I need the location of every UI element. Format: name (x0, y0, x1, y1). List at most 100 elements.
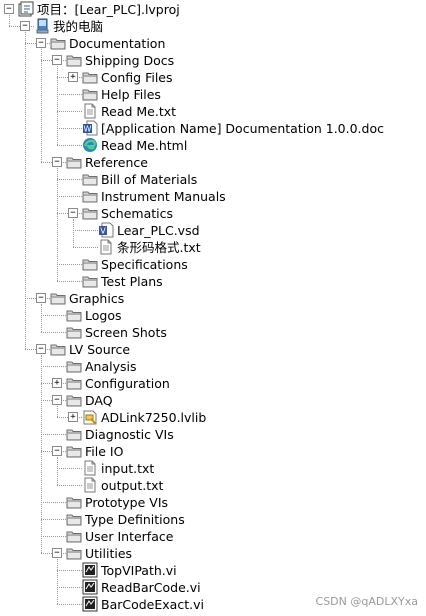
collapse-toggle-icon[interactable]: − (36, 293, 46, 303)
collapse-toggle-icon[interactable]: − (36, 344, 46, 354)
tree-item-help-files[interactable]: Help Files (0, 86, 426, 103)
collapse-toggle-icon[interactable]: − (68, 208, 78, 218)
tree-item-prototype-vis[interactable]: Prototype VIs (0, 494, 426, 511)
tree-item-label: Schematics (101, 206, 174, 221)
tree-item-label: Read Me.html (101, 138, 188, 153)
vi-icon (82, 579, 98, 595)
folder-icon (82, 188, 98, 204)
folder-icon (66, 392, 82, 408)
tree-item-daq[interactable]: − DAQ (0, 392, 426, 409)
folder-icon (50, 35, 66, 51)
tree-item-analysis[interactable]: Analysis (0, 358, 426, 375)
folder-icon (66, 511, 82, 527)
tree-item-label: LV Source (69, 342, 131, 357)
tree-item-label: 项目：[Lear_PLC].lvproj (37, 2, 180, 17)
tree-item-adlink7250-lvlib[interactable]: + ADLink7250.lvlib (0, 409, 426, 426)
tree-item-label: Type Definitions (85, 512, 185, 527)
tree-item-label: input.txt (101, 461, 155, 476)
tree-item-type-definitions[interactable]: Type Definitions (0, 511, 426, 528)
collapse-toggle-icon[interactable]: − (4, 4, 14, 14)
word-doc-icon: W (82, 120, 98, 136)
text-file-icon (82, 477, 98, 493)
tree-item-label: Prototype VIs (85, 495, 169, 510)
folder-icon (66, 52, 82, 68)
collapse-toggle-icon[interactable]: − (52, 548, 62, 558)
tree-item-file-io[interactable]: − File IO (0, 443, 426, 460)
folder-icon (50, 341, 66, 357)
tree-item-instrument-manuals[interactable]: Instrument Manuals (0, 188, 426, 205)
tree-item-label: Graphics (69, 291, 125, 306)
tree-item-label: BarCodeExact.vi (101, 597, 204, 612)
tree-item-txt[interactable]: 条形码格式.txt (0, 239, 426, 256)
tree-item-label: 我的电脑 (53, 19, 104, 34)
collapse-toggle-icon[interactable]: − (36, 38, 46, 48)
tree-item-readbarcode-vi[interactable]: ReadBarCode.vi (0, 579, 426, 596)
tree-item-bill-of-materials[interactable]: Bill of Materials (0, 171, 426, 188)
tree-item-label: Documentation (69, 36, 166, 51)
folder-icon (50, 290, 66, 306)
tree-item-diagnostic-vis[interactable]: Diagnostic VIs (0, 426, 426, 443)
folder-icon (66, 545, 82, 561)
tree-item-label: Configuration (85, 376, 170, 391)
tree-item-application-name-documentation-1-0-0-doc[interactable]: W [Application Name] Documentation 1.0.0.… (0, 120, 426, 137)
tree-item-topvipath-vi[interactable]: TopVIPath.vi (0, 562, 426, 579)
collapse-toggle-icon[interactable]: − (52, 395, 62, 405)
expand-toggle-icon[interactable]: + (68, 72, 78, 82)
folder-icon (82, 171, 98, 187)
collapse-toggle-icon[interactable]: − (52, 55, 62, 65)
tree-item-shipping-docs[interactable]: − Shipping Docs (0, 52, 426, 69)
tree-item-user-interface[interactable]: User Interface (0, 528, 426, 545)
tree-item-label: Lear_PLC.vsd (117, 223, 200, 238)
tree-item-label: Help Files (101, 87, 161, 102)
tree-item-configuration[interactable]: + Configuration (0, 375, 426, 392)
tree-item-logos[interactable]: Logos (0, 307, 426, 324)
computer-icon (34, 18, 50, 34)
tree-item-label: Diagnostic VIs (85, 427, 174, 442)
tree-item-label: Bill of Materials (101, 172, 198, 187)
tree-item-output-txt[interactable]: output.txt (0, 477, 426, 494)
tree-item-label: DAQ (85, 393, 113, 408)
tree-item-label: TopVIPath.vi (101, 563, 177, 578)
text-file-icon (98, 239, 114, 255)
tree-item-label: output.txt (101, 478, 164, 493)
folder-icon (66, 154, 82, 170)
expand-toggle-icon[interactable]: + (68, 412, 78, 422)
tree-item-lear-plc-vsd[interactable]: V Lear_PLC.vsd (0, 222, 426, 239)
tree-item-read-me-html[interactable]: Read Me.html (0, 137, 426, 154)
tree-item-documentation[interactable]: − Documentation (0, 35, 426, 52)
collapse-toggle-icon[interactable]: − (52, 157, 62, 167)
tree-item-input-txt[interactable]: input.txt (0, 460, 426, 477)
tree-item-lv-source[interactable]: − LV Source (0, 341, 426, 358)
tree-item-label: ADLink7250.lvlib (101, 410, 207, 425)
tree-item-utilities[interactable]: − Utilities (0, 545, 426, 562)
watermark: CSDN @qADLXYxa (315, 595, 418, 608)
vi-icon (82, 562, 98, 578)
tree-item-screen-shots[interactable]: Screen Shots (0, 324, 426, 341)
tree-item-test-plans[interactable]: Test Plans (0, 273, 426, 290)
tree-item-read-me-txt[interactable]: Read Me.txt (0, 103, 426, 120)
folder-icon (66, 426, 82, 442)
tree-item-lear-plc-lvproj[interactable]: − 项目：[Lear_PLC].lvproj (0, 1, 426, 18)
folder-icon (82, 69, 98, 85)
folder-icon (82, 273, 98, 289)
collapse-toggle-icon[interactable]: − (52, 446, 62, 456)
tree-item-specifications[interactable]: Specifications (0, 256, 426, 273)
tree-item-schematics[interactable]: − Schematics (0, 205, 426, 222)
folder-icon (66, 307, 82, 323)
tree-item-label: ReadBarCode.vi (101, 580, 201, 595)
tree-item-reference[interactable]: − Reference (0, 154, 426, 171)
project-tree[interactable]: − 项目：[Lear_PLC].lvproj − 我的电脑 − Documentation… (0, 0, 426, 616)
folder-icon (82, 256, 98, 272)
tree-item-label: Logos (85, 308, 122, 323)
tree-item-label: 条形码格式.txt (117, 240, 201, 255)
expand-toggle-icon[interactable]: + (52, 378, 62, 388)
svg-text:V: V (100, 227, 106, 236)
folder-icon (82, 86, 98, 102)
collapse-toggle-icon[interactable]: − (20, 21, 30, 31)
folder-icon (66, 528, 82, 544)
tree-item-label: Specifications (101, 257, 188, 272)
tree-item-graphics[interactable]: − Graphics (0, 290, 426, 307)
tree-item-label: [Application Name] Documentation 1.0.0.d… (101, 121, 384, 136)
tree-item-item-1[interactable]: − 我的电脑 (0, 18, 426, 35)
tree-item-config-files[interactable]: + Config Files (0, 69, 426, 86)
